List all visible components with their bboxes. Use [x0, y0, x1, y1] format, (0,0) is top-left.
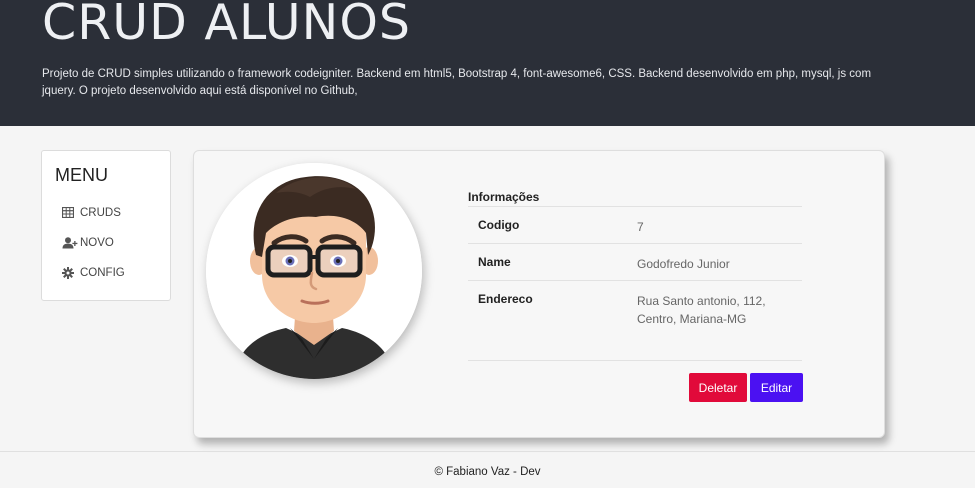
delete-button[interactable]: Deletar — [689, 373, 747, 402]
info-value: Godofredo Junior — [637, 257, 730, 271]
avatar — [206, 163, 422, 379]
info-caption: Informações — [468, 187, 802, 207]
menu-item-label: CRUDS — [80, 207, 121, 219]
page-title: CRUD ALUNOS — [42, 0, 412, 51]
menu-item-novo[interactable]: NOVO — [62, 235, 114, 251]
menu-item-cruds[interactable]: CRUDS — [62, 205, 121, 221]
info-row-name: Name Godofredo Junior — [468, 244, 802, 281]
sidebar-menu: MENU CRUDS NOVO CONFIG — [41, 150, 171, 301]
menu-item-label: CONFIG — [80, 267, 125, 279]
table-icon — [62, 207, 76, 219]
info-key: Name — [478, 255, 511, 269]
page-description: Projeto de CRUD simples utilizando o fra… — [42, 68, 872, 97]
page-header: CRUD ALUNOS Projeto de CRUD simples util… — [0, 0, 975, 126]
footer-divider — [0, 451, 975, 452]
info-key: Codigo — [478, 218, 520, 232]
gear-icon — [62, 267, 76, 279]
footer-text: © Fabiano Vaz - Dev — [434, 466, 541, 478]
menu-item-label: NOVO — [80, 237, 114, 249]
info-value: 7 — [637, 220, 644, 234]
student-info: Informações Codigo 7 Name Godofredo Juni… — [468, 187, 802, 361]
info-key: Endereco — [478, 292, 533, 306]
info-row-endereco: Endereco Rua Santo antonio, 112, Centro,… — [468, 281, 802, 361]
info-value: Rua Santo antonio, 112, Centro, Mariana-… — [637, 294, 766, 326]
user-plus-icon — [62, 237, 78, 249]
menu-item-config[interactable]: CONFIG — [62, 265, 125, 281]
info-row-codigo: Codigo 7 — [468, 207, 802, 244]
edit-button[interactable]: Editar — [750, 373, 803, 402]
menu-title: MENU — [55, 165, 108, 185]
student-card: Informações Codigo 7 Name Godofredo Juni… — [193, 150, 885, 438]
